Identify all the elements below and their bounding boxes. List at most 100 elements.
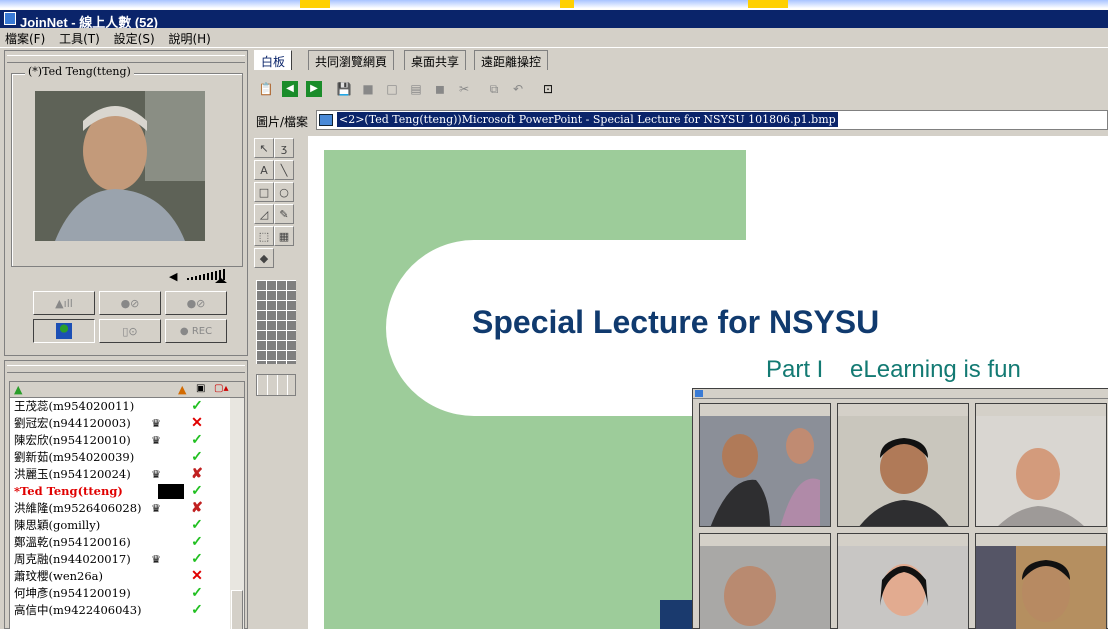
file-label: 圖片/檔案 [256, 115, 309, 129]
rect-tool-icon[interactable]: □ [254, 182, 274, 202]
cross-icon: ✕ [191, 415, 203, 431]
menu-tools[interactable]: 工具(T) [54, 28, 105, 49]
save-icon[interactable]: 💾 [334, 79, 354, 99]
list-item[interactable]: 周克融(n944020017) ♛ ✓ [10, 551, 244, 568]
role-column-icon[interactable]: ▲ [178, 383, 186, 396]
status-column-icon[interactable]: ▣ [196, 383, 205, 394]
cross-icon: ✕ [191, 568, 203, 584]
snapshot-button[interactable]: ▯⊙ [99, 319, 161, 343]
stop-icon[interactable]: ■ [358, 79, 378, 99]
list-item[interactable]: 高信中(m9422406043) ✓ [10, 602, 244, 619]
participant-name: 陳思穎(gomilly) [14, 518, 101, 532]
speaker-indicator [158, 484, 184, 499]
doc-column-icon[interactable]: ▢▴ [214, 383, 228, 394]
cut-icon[interactable]: ✂ [454, 79, 474, 99]
file-bar: 圖片/檔案 <2>(Ted Teng(tteng))Microsoft Powe… [254, 110, 1108, 130]
checkmark-icon: ✓ [191, 602, 203, 618]
prev-page-icon[interactable]: ◀ [280, 79, 300, 99]
snapshot-icon: ▯⊙ [122, 324, 138, 338]
list-item[interactable]: 鄭溫乾(n954120016) ✓ [10, 534, 244, 551]
clipboard-icon[interactable]: 📋 [256, 79, 276, 99]
list-icon[interactable]: ▤ [406, 79, 426, 99]
eraser-tool-icon[interactable]: ◆ [254, 248, 274, 268]
checkmark-icon: ✓ [191, 432, 203, 448]
next-page-icon[interactable]: ▶ [304, 79, 324, 99]
list-item[interactable]: 洪麗玉(n954120024) ♛ ✘ [10, 466, 244, 483]
video-tile[interactable] [975, 533, 1107, 629]
polygon-tool-icon[interactable]: ◿ [254, 204, 274, 224]
panel-grip[interactable] [7, 365, 245, 373]
list-item[interactable]: 何坤彥(n954120019) ✓ [10, 585, 244, 602]
list-item[interactable]: *Ted Teng(tteng) ✓ [10, 483, 244, 500]
grid-layout-icon[interactable] [256, 280, 296, 364]
menu-settings[interactable]: 設定(S) [109, 28, 160, 49]
mic-button[interactable]: ▲ıll [33, 291, 95, 315]
slide-title: Special Lecture for NSYSU [472, 304, 880, 340]
freehand-tool-icon[interactable]: ʒ [274, 138, 294, 158]
tab-desktop-share[interactable]: 桌面共享 [404, 50, 467, 70]
video-grid-window[interactable] [692, 388, 1108, 629]
user-off-icon: ●⊘ [186, 296, 206, 310]
person-icon[interactable]: ▲ [14, 383, 22, 396]
tool-palette: ↖ ʒ A ╲ □ ○ ◿ ✎ ⬚ ▦ ◆ [254, 138, 304, 408]
menu-file[interactable]: 檔案(F) [0, 28, 50, 49]
undo-icon[interactable]: ↶ [508, 79, 528, 99]
file-select-value: <2>(Ted Teng(tteng))Microsoft PowerPoint… [337, 112, 838, 127]
video-off-button[interactable]: ●⊘ [165, 291, 227, 315]
select-area-tool-icon[interactable]: ⬚ [254, 226, 274, 246]
video-tile[interactable] [837, 533, 969, 629]
video-grid-titlebar[interactable] [693, 389, 1108, 399]
slide-subtitle: Part I eLearning is fun [766, 356, 1021, 383]
video-tile[interactable] [837, 403, 969, 527]
list-item[interactable]: 劉冠宏(n944120003) ♛ ✕ [10, 415, 244, 432]
whiteboard-canvas[interactable]: Special Lecture for NSYSU Part I eLearni… [308, 136, 1108, 629]
new-page-icon[interactable]: □ [382, 79, 402, 99]
window-icon [695, 390, 703, 397]
video-panel: (*)Ted Teng(tteng) ◀ ▲ıll ●⊘ ●⊘ ▯⊙ ● REC [4, 50, 248, 356]
video-tile[interactable] [699, 533, 831, 629]
ellipse-tool-icon[interactable]: ○ [274, 182, 294, 202]
list-item[interactable]: 王茂蕊(m954020011) ✓ [10, 398, 244, 415]
checkmark-icon: ✓ [191, 534, 203, 550]
list-scrollbar[interactable] [230, 398, 244, 629]
tab-remote-control[interactable]: 遠距離操控 [474, 50, 549, 70]
volume-meter[interactable]: ◀ [169, 269, 231, 283]
list-item[interactable]: 洪維隆(m9526406028) ♛ ✘ [10, 500, 244, 517]
tab-whiteboard[interactable]: 白板 [254, 50, 293, 70]
file-select[interactable]: <2>(Ted Teng(tteng))Microsoft PowerPoint… [316, 110, 1108, 130]
cross-icon: ✘ [191, 500, 203, 516]
record-button[interactable]: ● REC [165, 319, 227, 343]
image-tool-icon[interactable]: ▦ [274, 226, 294, 246]
list-item[interactable]: 劉新茹(m954020039) ✓ [10, 449, 244, 466]
marker-tool-icon[interactable]: ✎ [274, 204, 294, 224]
panel-grip[interactable] [7, 55, 245, 63]
user-button[interactable] [33, 319, 95, 343]
text-tool-icon[interactable]: A [254, 160, 274, 180]
camera-button[interactable]: ●⊘ [99, 291, 161, 315]
participant-name: 劉新茹(m954020039) [14, 450, 135, 464]
crown-icon: ♛ [151, 502, 161, 515]
title-bar[interactable]: JoinNet - 線上人數 (52) [0, 0, 1108, 28]
window-title: JoinNet - 線上人數 (52) [20, 15, 158, 28]
import-icon[interactable]: ⧉ [484, 79, 504, 99]
menu-help[interactable]: 說明(H) [163, 28, 215, 49]
crown-icon: ♛ [151, 468, 161, 481]
participant-name: 何坤彥(n954120019) [14, 586, 131, 600]
video-tile[interactable] [699, 403, 831, 527]
line-tool-icon[interactable]: ╲ [274, 160, 294, 180]
pointer-tool-icon[interactable]: ↖ [254, 138, 274, 158]
video-caption: (*)Ted Teng(tteng) [25, 65, 134, 78]
list-item[interactable]: 陳宏欣(n954120010) ♛ ✓ [10, 432, 244, 449]
page-layout-icon[interactable] [256, 374, 296, 396]
list-item[interactable]: 陳思穎(gomilly) ✓ [10, 517, 244, 534]
tab-cobrowse[interactable]: 共同瀏覽網頁 [308, 50, 395, 70]
app-window: JoinNet - 線上人數 (52) 檔案(F) 工具(T) 設定(S) 說明… [0, 0, 1108, 629]
participant-list: ▲ ▲ ▣ ▢▴ 王茂蕊(m954020011) ✓ 劉冠宏(n944120003)… [9, 381, 245, 629]
video-tile[interactable] [975, 403, 1107, 527]
participant-name: 蕭玟櫻(wen26a) [14, 569, 104, 583]
camera-icon[interactable]: ◼ [430, 79, 450, 99]
menu-bar: 檔案(F) 工具(T) 設定(S) 說明(H) [0, 28, 1108, 48]
user-icon [56, 323, 72, 339]
list-item[interactable]: 蕭玟櫻(wen26a) ✕ [10, 568, 244, 585]
fit-icon[interactable]: ⊡ [538, 79, 558, 99]
